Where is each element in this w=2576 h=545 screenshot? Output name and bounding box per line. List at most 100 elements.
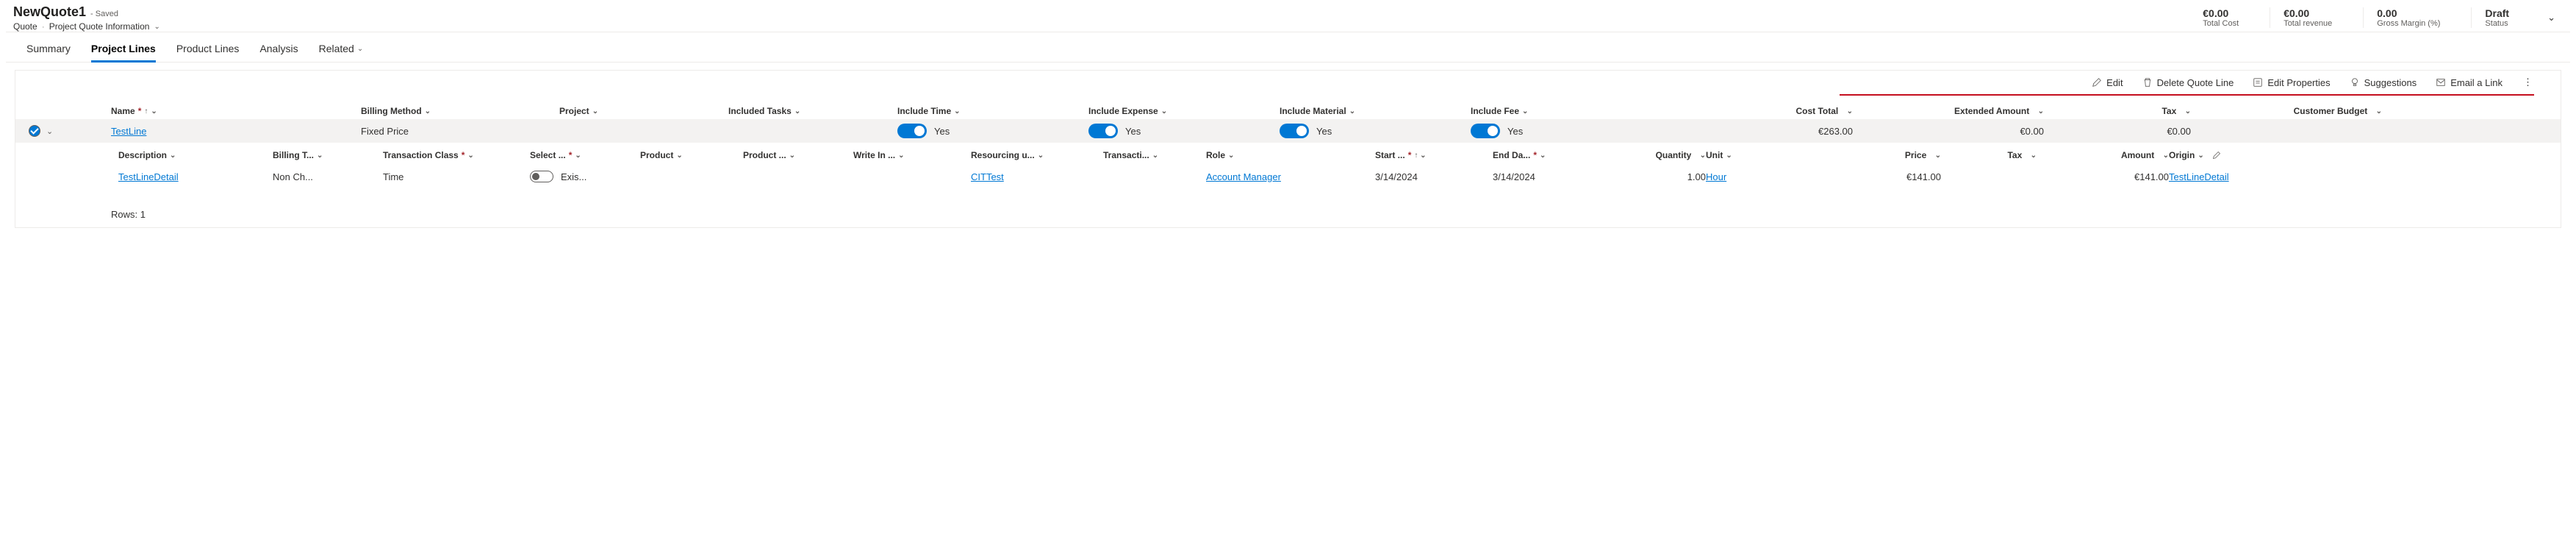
metric-value: €0.00	[2203, 7, 2239, 19]
col-include-expense[interactable]: Include Expense ⌄	[1088, 106, 1280, 116]
tab-bar: Summary Project Lines Product Lines Anal…	[6, 32, 2570, 63]
tab-related[interactable]: Related ⌄	[319, 38, 364, 62]
edit-button[interactable]: Edit	[2092, 76, 2123, 88]
metric-label: Total revenue	[2283, 19, 2332, 28]
crumb-separator: ·	[42, 21, 45, 32]
col-tax-inner[interactable]: Tax ⌄	[1941, 150, 2037, 160]
line-cost-total: €263.00	[1662, 126, 1853, 137]
detail-select[interactable]: Exis...	[530, 171, 640, 182]
col-included-tasks[interactable]: Included Tasks ⌄	[728, 106, 897, 116]
breadcrumb[interactable]: Quote · Project Quote Information ⌄	[13, 21, 160, 32]
trash-icon	[2142, 77, 2153, 88]
detail-start-date: 3/14/2024	[1375, 171, 1493, 182]
col-cost-total[interactable]: Cost Total ⌄	[1662, 106, 1853, 116]
col-project[interactable]: Project ⌄	[559, 106, 728, 116]
line-name-link[interactable]: TestLine	[111, 126, 146, 137]
col-billing-type[interactable]: Billing T... ⌄	[273, 150, 383, 160]
col-origin[interactable]: Origin ⌄	[2169, 150, 2279, 160]
col-transaction-cat[interactable]: Transacti... ⌄	[1103, 150, 1206, 160]
col-include-time[interactable]: Include Time ⌄	[897, 106, 1088, 116]
toggle-label: Yes	[1125, 126, 1141, 137]
metric-value: Draft	[2485, 7, 2509, 19]
toggle-label: Yes	[1316, 126, 1332, 137]
delete-button[interactable]: Delete Quote Line	[2142, 76, 2234, 88]
col-write-in[interactable]: Write In ... ⌄	[853, 150, 971, 160]
toggle-label: Yes	[1507, 126, 1523, 137]
crumb-form: Project Quote Information	[49, 21, 150, 32]
grid-toolbar: Edit Delete Quote Line Edit Properties S…	[15, 71, 2561, 94]
include-time-toggle[interactable]: Yes	[897, 124, 1088, 138]
col-billing-method[interactable]: Billing Method ⌄	[361, 106, 559, 116]
col-start-date[interactable]: Start ... * ↑ ⌄	[1375, 150, 1493, 160]
edit-columns-icon[interactable]	[2212, 151, 2221, 160]
properties-icon	[2253, 77, 2263, 88]
project-lines-card: Edit Delete Quote Line Edit Properties S…	[15, 70, 2561, 228]
col-include-material[interactable]: Include Material ⌄	[1280, 106, 1471, 116]
col-resourcing-unit[interactable]: Resourcing u... ⌄	[971, 150, 1103, 160]
more-commands-button[interactable]: ⋮	[2522, 76, 2534, 88]
quote-line-row[interactable]: ⌄ TestLine Fixed Price Yes Yes Yes Yes €…	[15, 119, 2561, 143]
metric-label: Total Cost	[2203, 19, 2239, 28]
page-header: NewQuote1 - Saved Quote · Project Quote …	[6, 0, 2570, 32]
row-collapse-icon[interactable]: ⌄	[46, 127, 53, 136]
metric-value: 0.00	[2377, 7, 2440, 19]
col-amount[interactable]: Amount ⌄	[2037, 150, 2169, 160]
tab-analysis[interactable]: Analysis	[259, 38, 298, 62]
tab-related-label: Related	[319, 43, 354, 54]
line-detail-row[interactable]: TestLineDetail Non Ch... Time Exis... CI…	[118, 165, 2534, 188]
suggestions-label: Suggestions	[2364, 77, 2417, 88]
tab-product-lines[interactable]: Product Lines	[176, 38, 240, 62]
email-label: Email a Link	[2450, 77, 2503, 88]
col-customer-budget[interactable]: Customer Budget ⌄	[2191, 106, 2382, 116]
toolbar-highlight	[1840, 94, 2534, 96]
inner-grid-header: Description ⌄ Billing T... ⌄ Transaction…	[118, 143, 2534, 165]
col-transaction-class[interactable]: Transaction Class* ⌄	[383, 150, 530, 160]
crumb-entity: Quote	[13, 21, 37, 32]
col-price[interactable]: Price ⌄	[1809, 150, 1941, 160]
lightbulb-icon	[2350, 77, 2360, 88]
col-end-date[interactable]: End Da...* ⌄	[1493, 150, 1610, 160]
detail-role-link[interactable]: Account Manager	[1206, 171, 1281, 182]
suggestions-button[interactable]: Suggestions	[2350, 76, 2417, 88]
detail-transaction-class: Time	[383, 171, 530, 182]
col-include-fee[interactable]: Include Fee ⌄	[1471, 106, 1662, 116]
mail-icon	[2436, 77, 2446, 88]
col-role[interactable]: Role ⌄	[1206, 150, 1375, 160]
col-product-desc[interactable]: Product ... ⌄	[743, 150, 853, 160]
col-name[interactable]: Name* ↑ ⌄	[111, 106, 361, 116]
tab-summary[interactable]: Summary	[26, 38, 71, 62]
detail-origin-link[interactable]: TestLineDetail	[2169, 171, 2229, 182]
col-description[interactable]: Description ⌄	[118, 150, 273, 160]
header-expand-icon[interactable]: ⌄	[2540, 7, 2563, 28]
detail-resourcing-link[interactable]: CITTest	[971, 171, 1004, 182]
detail-amount: €141.00	[2037, 171, 2169, 182]
col-unit[interactable]: Unit ⌄	[1706, 150, 1809, 160]
col-tax[interactable]: Tax ⌄	[2044, 106, 2191, 116]
metric-label: Status	[2485, 19, 2509, 28]
col-product[interactable]: Product ⌄	[640, 150, 743, 160]
include-material-toggle[interactable]: Yes	[1280, 124, 1471, 138]
properties-label: Edit Properties	[2267, 77, 2330, 88]
detail-price: €141.00	[1809, 171, 1941, 182]
col-select[interactable]: Select ... * ⌄	[530, 150, 640, 160]
line-extended: €0.00	[1853, 126, 2044, 137]
chevron-down-icon: ⌄	[357, 45, 363, 53]
include-fee-toggle[interactable]: Yes	[1471, 124, 1662, 138]
metric-total-revenue: €0.00 Total revenue	[2270, 7, 2345, 28]
detail-description-link[interactable]: TestLineDetail	[118, 171, 179, 182]
edit-properties-button[interactable]: Edit Properties	[2253, 76, 2330, 88]
chevron-down-icon[interactable]: ⌄	[154, 23, 159, 31]
include-expense-toggle[interactable]: Yes	[1088, 124, 1280, 138]
metric-value: €0.00	[2283, 7, 2332, 19]
tab-project-lines[interactable]: Project Lines	[91, 38, 156, 62]
metric-total-cost: €0.00 Total Cost	[2189, 7, 2252, 28]
line-tax: €0.00	[2044, 126, 2191, 137]
email-link-button[interactable]: Email a Link	[2436, 76, 2503, 88]
row-select-checkbox[interactable]	[29, 125, 40, 137]
metric-gross-margin: 0.00 Gross Margin (%)	[2363, 7, 2453, 28]
col-extended-amount[interactable]: Extended Amount ⌄	[1853, 106, 2044, 116]
toggle-off-icon	[530, 171, 553, 182]
col-quantity[interactable]: Quantity ⌄	[1610, 150, 1706, 160]
line-details-grid: Description ⌄ Billing T... ⌄ Transaction…	[15, 143, 2561, 188]
detail-unit-link[interactable]: Hour	[1706, 171, 1726, 182]
